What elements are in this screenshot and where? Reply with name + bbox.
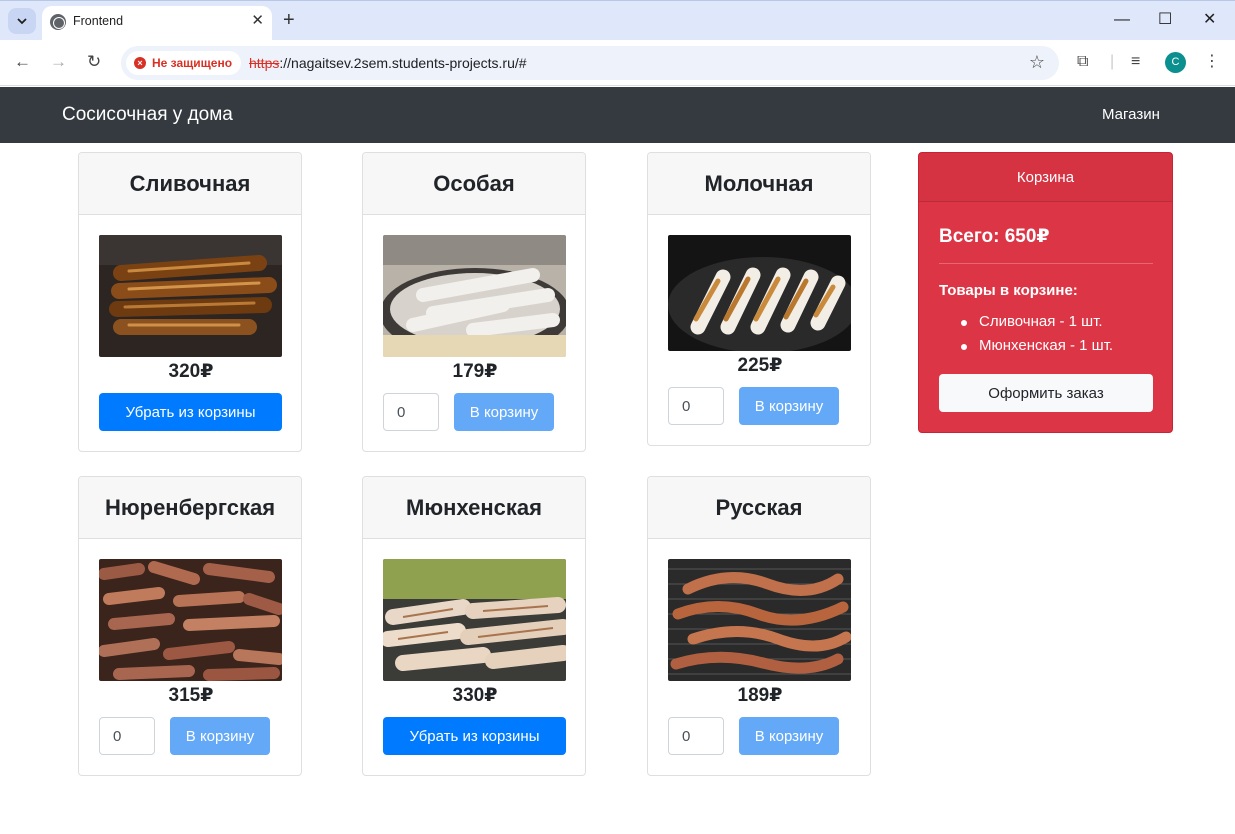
product-image: [383, 235, 566, 357]
product-price: 179₽: [452, 361, 498, 382]
remove-from-cart-button[interactable]: Убрать из корзины: [383, 717, 566, 755]
product-card: Мюнхенская 330₽ Убрать из корзины: [362, 476, 586, 776]
maximize-icon[interactable]: ☐: [1158, 10, 1172, 30]
profile-avatar[interactable]: C: [1165, 52, 1186, 73]
close-icon[interactable]: ✕: [251, 12, 264, 30]
cart-title: Корзина: [919, 153, 1172, 202]
browser-toolbar: ← → ↻ × Не защищено https://nagaitsev.2s…: [0, 40, 1235, 86]
add-to-cart-button[interactable]: В корзину: [454, 393, 554, 431]
product-image: [383, 559, 566, 681]
security-label: Не защищено: [152, 56, 233, 70]
product-image: [99, 559, 282, 681]
minimize-icon[interactable]: —: [1114, 10, 1130, 30]
product-price: 320₽: [168, 361, 214, 382]
tab-title: Frontend: [73, 14, 124, 28]
site-brand[interactable]: Сосисочная у дома: [62, 104, 233, 126]
globe-icon: [50, 14, 66, 30]
new-tab-button[interactable]: +: [283, 9, 295, 31]
quantity-input[interactable]: 0: [668, 387, 724, 425]
browser-tab-strip: Frontend ✕ + — ☐ ✕: [0, 0, 1235, 41]
add-to-cart-button[interactable]: В корзину: [739, 387, 839, 425]
product-price: 225₽: [737, 355, 783, 376]
security-chip[interactable]: × Не защищено: [126, 51, 242, 75]
add-to-cart-button[interactable]: В корзину: [739, 717, 839, 755]
cart-panel: Корзина Всего: 650₽ Товары в корзине: Сл…: [918, 152, 1173, 433]
back-arrow-icon[interactable]: ←: [14, 51, 31, 73]
product-title: Русская: [648, 477, 870, 539]
quantity-input[interactable]: 0: [668, 717, 724, 755]
nav-link-shop[interactable]: Магазин: [1102, 106, 1160, 123]
cart-total: Всего: 650₽: [939, 226, 1050, 247]
checkout-button[interactable]: Оформить заказ: [939, 374, 1153, 412]
product-title: Нюренбергская: [79, 477, 301, 539]
quantity-input[interactable]: 0: [383, 393, 439, 431]
product-image: [99, 235, 282, 357]
tab-search-button[interactable]: [8, 8, 36, 34]
window-close-icon[interactable]: ✕: [1203, 10, 1216, 30]
cart-items-title: Товары в корзине:: [939, 282, 1078, 299]
product-title: Молочная: [648, 153, 870, 215]
forward-arrow-icon[interactable]: →: [50, 51, 67, 73]
product-price: 315₽: [168, 685, 214, 706]
cart-divider: [939, 263, 1153, 264]
site-navbar: Сосисочная у дома Магазин: [0, 87, 1235, 143]
address-bar[interactable]: × Не защищено https://nagaitsev.2sem.stu…: [121, 46, 1059, 80]
url-rest: ://nagaitsev.2sem.students-projects.ru/#: [279, 55, 527, 71]
product-title: Мюнхенская: [363, 477, 585, 539]
product-price: 330₽: [452, 685, 498, 706]
cart-items-list: Сливочная - 1 шт. Мюнхенская - 1 шт.: [959, 313, 1113, 361]
media-control-icon[interactable]: ≡: [1131, 52, 1140, 72]
extensions-icon[interactable]: ⧉: [1077, 52, 1088, 72]
chevron-down-icon: [17, 18, 27, 25]
more-menu-icon[interactable]: ⋮: [1204, 52, 1220, 72]
quantity-input[interactable]: 0: [99, 717, 155, 755]
product-card: Особая 179₽ 0 В корзину: [362, 152, 586, 452]
product-image: [668, 235, 851, 351]
cart-item: Мюнхенская - 1 шт.: [959, 337, 1113, 361]
url-text[interactable]: https://nagaitsev.2sem.students-projects…: [249, 55, 527, 71]
add-to-cart-button[interactable]: В корзину: [170, 717, 270, 755]
toolbar-divider: |: [1110, 53, 1115, 70]
bookmark-star-icon[interactable]: ☆: [1029, 52, 1045, 73]
product-title: Особая: [363, 153, 585, 215]
browser-tab[interactable]: Frontend ✕: [42, 6, 272, 41]
remove-from-cart-button[interactable]: Убрать из корзины: [99, 393, 282, 431]
product-card: Молочная 225₽ 0 В корзину: [647, 152, 871, 446]
cart-item: Сливочная - 1 шт.: [959, 313, 1113, 337]
product-title: Сливочная: [79, 153, 301, 215]
url-scheme: https: [249, 55, 280, 71]
product-card: Русская 189₽ 0 В корзину: [647, 476, 871, 776]
product-card: Нюренбергская 315₽ 0 В корзину: [78, 476, 302, 776]
product-card: Сливочная 320₽ Убрать из корзины: [78, 152, 302, 452]
reload-icon[interactable]: ↻: [87, 51, 101, 73]
product-price: 189₽: [737, 685, 783, 706]
not-secure-icon: ×: [134, 57, 146, 69]
product-image: [668, 559, 851, 681]
